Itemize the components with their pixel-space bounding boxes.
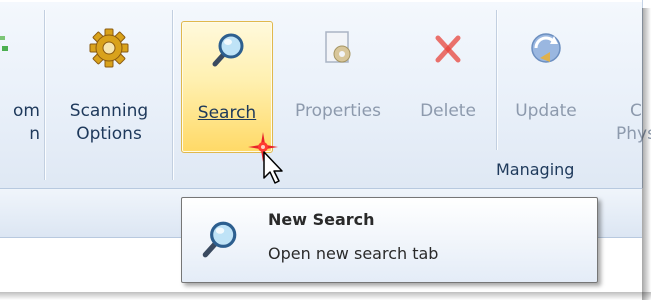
properties-button[interactable]: Properties xyxy=(282,14,394,154)
search-tooltip: New Search Open new search tab xyxy=(181,197,598,283)
delete-button[interactable]: Delete xyxy=(404,14,492,154)
red-x-icon xyxy=(435,35,461,63)
custom-scan-button[interactable]: om n xyxy=(0,14,42,154)
gear-icon xyxy=(89,28,129,68)
search-label: Search xyxy=(197,103,257,123)
update-label: Update xyxy=(515,101,577,121)
ribbon: om n Scanning Options Search Properties … xyxy=(0,0,651,188)
properties-gear-document-icon xyxy=(325,31,351,63)
mouse-cursor-icon xyxy=(263,151,283,184)
ribbon-highlight xyxy=(0,0,642,2)
scanning-options-label-line1: Scanning xyxy=(69,101,149,121)
update-button[interactable]: Update xyxy=(504,14,588,154)
custom-scan-label-line2: n xyxy=(29,124,40,144)
tooltip-title: New Search xyxy=(268,210,375,229)
scanning-options-button[interactable]: Scanning Options xyxy=(52,14,166,154)
delete-label: Delete xyxy=(420,101,476,121)
custom-scan-label-line1: om xyxy=(13,101,40,121)
scanning-options-label-line2: Options xyxy=(76,124,142,144)
properties-label: Properties xyxy=(295,101,381,121)
tooltip-description: Open new search tab xyxy=(268,244,439,263)
ribbon-separator xyxy=(172,10,173,180)
magnifier-icon xyxy=(212,33,244,67)
app-window: om n Scanning Options Search Properties … xyxy=(0,0,651,300)
ribbon-separator xyxy=(44,10,45,180)
window-shadow xyxy=(642,8,651,300)
magnifier-icon xyxy=(202,221,237,258)
custom-scan-icon xyxy=(0,36,8,51)
update-sync-icon xyxy=(531,33,561,63)
ribbon-separator xyxy=(496,10,497,150)
window-shadow xyxy=(0,292,651,300)
managing-group-label: Managing xyxy=(496,160,575,179)
